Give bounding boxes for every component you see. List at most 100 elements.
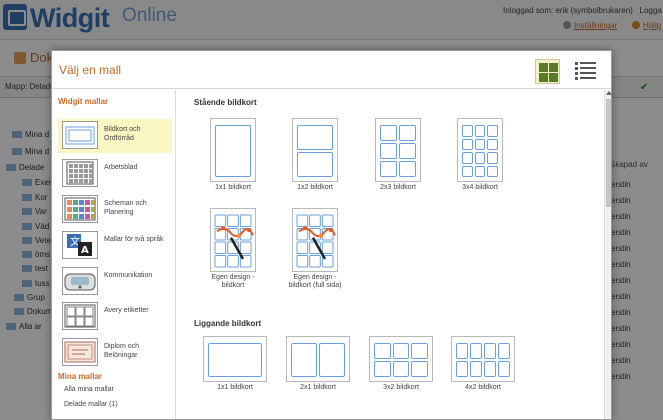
scroll-thumb[interactable] [606,99,611,207]
communication-device-icon [62,267,98,295]
card-cell [399,143,416,159]
card-cell [498,343,510,359]
shared-templates-link[interactable]: Delade mallar (1) [64,401,118,408]
template-thumbnail [375,118,421,182]
template-caption: 1x1 bildkort [215,184,251,191]
card-cell [291,343,317,377]
widgit-templates-heading: Widgit mallar [58,97,109,106]
card-cell [297,152,333,177]
card-cell [474,152,486,164]
card-cell [392,343,410,359]
category-item[interactable]: Avery etiketter [58,300,172,334]
template-tile[interactable]: 1x1 bildkort [202,336,268,392]
card-cell [487,125,498,137]
svg-text:A: A [81,245,89,256]
card-cell [470,361,482,377]
card-cell [462,152,473,164]
template-caption: 4x2 bildkort [465,384,501,391]
card-cell [374,343,391,359]
custom-design-art [214,214,254,268]
card-cell [297,125,333,150]
dialog-title: Välj en mall [59,63,122,77]
template-caption: 1x1 bildkort [217,384,253,391]
card-cell [208,343,262,377]
template-thumbnail [369,336,433,382]
card-cell [474,165,486,177]
category-label: Diplom och Belöningar [104,343,140,359]
category-item[interactable]: Arbetsblad [58,157,172,191]
scroll-up-icon[interactable] [606,91,611,95]
card-cell [380,161,397,177]
card-cell [487,152,498,164]
template-tile[interactable]: 1x2 bildkort [287,118,343,192]
worksheet-icon [62,159,98,187]
template-tile[interactable]: Egen design - bildkort (full sida) [283,208,347,290]
category-label: Scheman och Planering [104,200,147,216]
template-tile[interactable]: 4x2 bildkort [450,336,516,392]
template-picker-dialog: Välj en mall Widgit mallar Bildkort och … [51,50,612,420]
template-tile[interactable]: 2x1 bildkort [285,336,351,392]
card-cell [399,161,416,177]
category-item[interactable]: Scheman och Planering [58,193,172,227]
card-cell [319,343,345,377]
grid-view-icon[interactable] [535,59,560,84]
category-label: Arbetsblad [104,164,138,171]
card-cell [380,125,397,141]
card-cell [456,343,468,359]
card-cell [487,138,498,150]
template-caption: 3x4 bildkort [462,184,498,191]
template-thumbnail [210,208,256,272]
dialog-header: Välj en mall [52,51,611,89]
card-cell [484,343,496,359]
category-label: Kommunikation [104,272,153,279]
template-caption: 2x3 bildkort [380,184,416,191]
category-item[interactable]: Kommunikation [58,265,172,299]
category-item[interactable]: 文 A Mallar för två språk [58,229,172,263]
card-cell [470,343,482,359]
category-label: Avery etiketter [104,307,149,314]
template-tile[interactable]: 1x1 bildkort [205,118,261,192]
card-cell [484,361,496,377]
template-thumbnail [203,336,267,382]
template-tile[interactable]: 3x2 bildkort [368,336,434,392]
template-tile[interactable]: Egen design - bildkort [201,208,265,290]
gallery-scrollbar[interactable] [604,90,611,419]
card-cell [399,125,416,141]
template-caption: Egen design - bildkort (full sida) [288,274,342,289]
template-thumbnail [292,208,338,272]
card-cell [374,361,391,377]
all-my-templates-link[interactable]: Alla mina mallar [64,386,114,393]
category-label: Mallar för två språk [104,236,164,243]
card-cell [498,361,510,377]
card-cell [380,143,397,159]
translate-icon: 文A [62,231,98,259]
template-caption: 2x1 bildkort [300,384,336,391]
category-label: Bildkort och Ordförråd [104,126,141,142]
section-title-landscape: Liggande bildkort [194,319,262,328]
card-cell [392,361,410,377]
card-cell [462,125,473,137]
card-cell [474,138,486,150]
template-thumbnail [451,336,515,382]
card-cell [474,125,486,137]
template-thumbnail [457,118,503,182]
card-cell [462,138,473,150]
template-thumbnail [210,118,256,182]
custom-design-art [296,214,336,268]
section-title-portrait: Stående bildkort [194,98,257,107]
label-sheet-icon [62,302,98,330]
certificate-icon [62,338,98,366]
template-tile[interactable]: 2x3 bildkort [370,118,426,192]
card-cell [462,165,473,177]
template-category-sidebar: Widgit mallar Bildkort och Ordförråd Arbe… [52,90,176,419]
category-item[interactable]: Diplom och Belöningar [58,336,172,370]
card-cell [411,361,428,377]
my-templates-heading: Mina mallar [58,372,103,381]
template-tile[interactable]: 3x4 bildkort [452,118,508,192]
template-caption: 1x2 bildkort [297,184,333,191]
list-view-icon[interactable] [573,59,598,84]
template-caption: Egen design - bildkort [211,274,255,289]
category-item[interactable]: Bildkort och Ordförråd [58,119,172,153]
card-cell [487,165,498,177]
flashcard-icon [62,121,98,149]
